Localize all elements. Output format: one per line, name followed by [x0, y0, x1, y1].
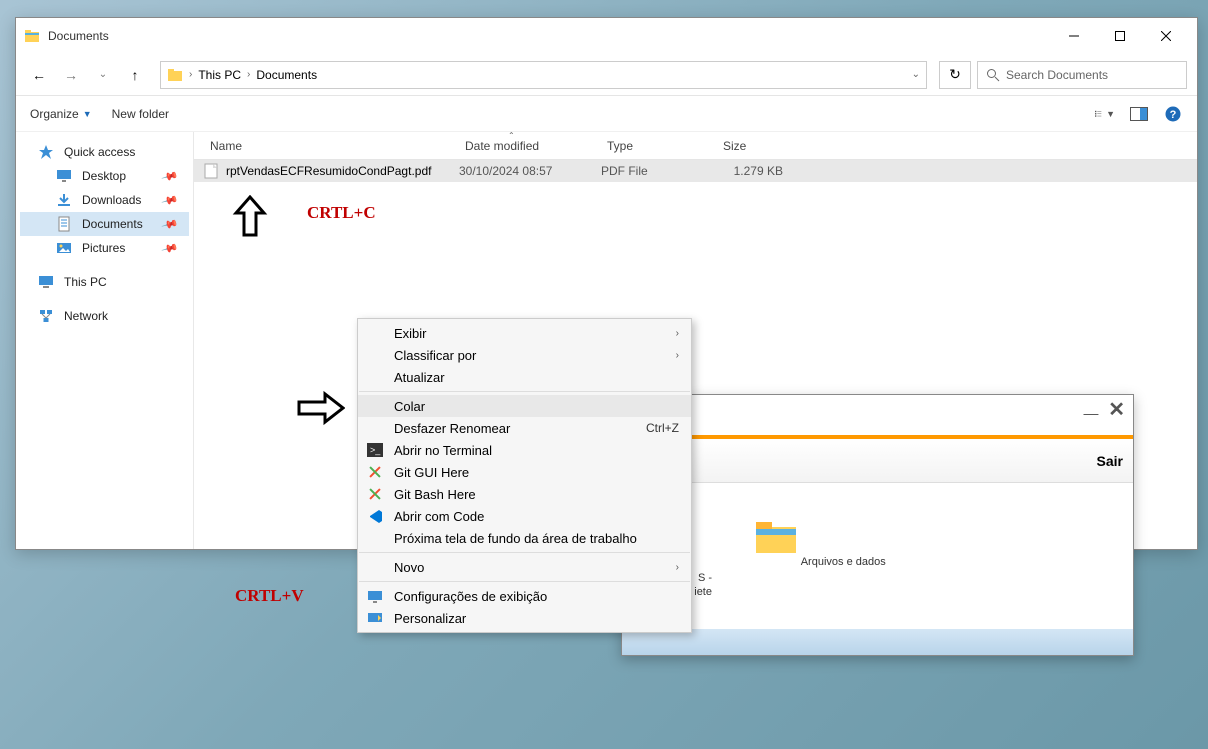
sidebar-item-desktop[interactable]: Desktop📌: [20, 164, 189, 188]
ctx-atualizar[interactable]: Atualizar: [358, 366, 691, 388]
ctx-desfazer[interactable]: Desfazer RenomearCtrl+Z: [358, 417, 691, 439]
svg-text:>_: >_: [370, 445, 381, 455]
file-type: PDF File: [601, 164, 717, 178]
minimize-button[interactable]: _: [1084, 397, 1098, 422]
search-icon: [986, 68, 1000, 82]
new-folder-button[interactable]: New folder: [112, 107, 169, 121]
git-icon: [366, 463, 384, 481]
close-button[interactable]: ✕: [1108, 397, 1125, 422]
close-button[interactable]: [1143, 20, 1189, 52]
column-date[interactable]: Date modified: [459, 139, 601, 153]
ctx-novo[interactable]: Novo›: [358, 556, 691, 578]
ctx-colar[interactable]: Colar: [358, 395, 691, 417]
back-button[interactable]: ←: [26, 62, 52, 88]
pc-icon: [38, 274, 54, 290]
pin-icon: 📌: [161, 239, 179, 257]
sidebar-item-network[interactable]: Network: [20, 304, 189, 328]
search-input[interactable]: Search Documents: [977, 61, 1187, 89]
annotation-ctrl-v: CRTL+V: [235, 586, 304, 606]
chevron-right-icon: ›: [247, 69, 250, 80]
pin-icon: 📌: [161, 215, 179, 233]
organize-button[interactable]: Organize ▼: [30, 107, 92, 121]
sidebar-item-documents[interactable]: Documents📌: [20, 212, 189, 236]
sidebar: Quick access Desktop📌 Downloads📌 Documen…: [16, 132, 194, 549]
desktop-icon: [56, 168, 72, 184]
recent-dropdown[interactable]: ⌄: [90, 62, 116, 88]
sidebar-item-quick-access[interactable]: Quick access: [20, 140, 189, 164]
chevron-right-icon: ›: [676, 562, 679, 573]
nectar-app-window: ectar _ ✕ Sair S -iete Arquivos e dados: [621, 394, 1134, 656]
file-date: 30/10/2024 08:57: [459, 164, 601, 178]
refresh-button[interactable]: ↻: [939, 61, 971, 89]
breadcrumb-this-pc[interactable]: This PC: [198, 68, 241, 82]
file-icon: [204, 163, 218, 179]
context-menu: Exibir› Classificar por› Atualizar Colar…: [357, 318, 692, 633]
nectar-toolbar: Sair: [622, 435, 1133, 483]
sort-indicator: ⌃: [508, 131, 515, 140]
chevron-right-icon: ›: [189, 69, 192, 80]
forward-button[interactable]: →: [58, 62, 84, 88]
download-icon: [56, 192, 72, 208]
titlebar: Documents: [16, 18, 1197, 54]
sidebar-item-this-pc[interactable]: This PC: [20, 270, 189, 294]
chevron-down-icon[interactable]: ⌄: [912, 69, 920, 80]
ctx-proxima[interactable]: Próxima tela de fundo da área de trabalh…: [358, 527, 691, 549]
search-placeholder: Search Documents: [1006, 68, 1108, 82]
chevron-right-icon: ›: [676, 350, 679, 361]
ctx-terminal[interactable]: >_Abrir no Terminal: [358, 439, 691, 461]
preview-pane-button[interactable]: [1129, 104, 1149, 124]
network-icon: [38, 308, 54, 324]
address-bar[interactable]: › This PC › Documents ⌄: [160, 61, 927, 89]
folder-icon: [24, 28, 40, 44]
ctx-personalizar[interactable]: Personalizar: [358, 607, 691, 629]
help-button[interactable]: ?: [1163, 104, 1183, 124]
folder-icon: [754, 519, 798, 555]
terminal-icon: >_: [366, 441, 384, 459]
ctx-classificar[interactable]: Classificar por›: [358, 344, 691, 366]
vscode-icon: [366, 507, 384, 525]
column-size[interactable]: Size: [717, 139, 787, 153]
ctx-exibir[interactable]: Exibir›: [358, 322, 691, 344]
nav-bar: ← → ⌄ ↑ › This PC › Documents ⌄ ↻ Search…: [16, 54, 1197, 96]
column-headers: ⌃ Name Date modified Type Size: [194, 132, 1197, 160]
file-row[interactable]: rptVendasECFResumidoCondPagt.pdf 30/10/2…: [194, 160, 1197, 182]
minimize-button[interactable]: [1051, 20, 1097, 52]
sidebar-item-downloads[interactable]: Downloads📌: [20, 188, 189, 212]
display-icon: [366, 587, 384, 605]
ctx-git-gui[interactable]: Git GUI Here: [358, 461, 691, 483]
annotation-ctrl-c: CRTL+C: [307, 203, 376, 223]
pin-icon: 📌: [161, 167, 179, 185]
file-name: rptVendasECFResumidoCondPagt.pdf: [226, 164, 459, 178]
nectar-item-arquivos[interactable]: Arquivos e dados: [750, 519, 890, 600]
folder-icon: [167, 67, 183, 83]
view-options-button[interactable]: ▼: [1095, 104, 1115, 124]
personalize-icon: [366, 609, 384, 627]
breadcrumb-documents[interactable]: Documents: [256, 68, 317, 82]
git-icon: [366, 485, 384, 503]
chevron-right-icon: ›: [676, 328, 679, 339]
ctx-git-bash[interactable]: Git Bash Here: [358, 483, 691, 505]
toolbar: Organize ▼ New folder ▼ ?: [16, 96, 1197, 132]
file-size: 1.279 KB: [717, 164, 787, 178]
ctx-code[interactable]: Abrir com Code: [358, 505, 691, 527]
column-name[interactable]: Name: [204, 139, 459, 153]
pictures-icon: [56, 240, 72, 256]
window-title: Documents: [48, 29, 1051, 43]
annotation-arrow-right: [297, 390, 345, 426]
sair-button[interactable]: Sair: [1097, 453, 1123, 469]
up-button[interactable]: ↑: [122, 62, 148, 88]
sidebar-item-pictures[interactable]: Pictures📌: [20, 236, 189, 260]
pin-icon: 📌: [161, 191, 179, 209]
column-type[interactable]: Type: [601, 139, 717, 153]
svg-text:?: ?: [1170, 109, 1177, 121]
annotation-arrow-up: [230, 195, 270, 239]
nectar-footer: [622, 629, 1133, 655]
document-icon: [56, 216, 72, 232]
maximize-button[interactable]: [1097, 20, 1143, 52]
ctx-display[interactable]: Configurações de exibição: [358, 585, 691, 607]
star-icon: [38, 144, 54, 160]
